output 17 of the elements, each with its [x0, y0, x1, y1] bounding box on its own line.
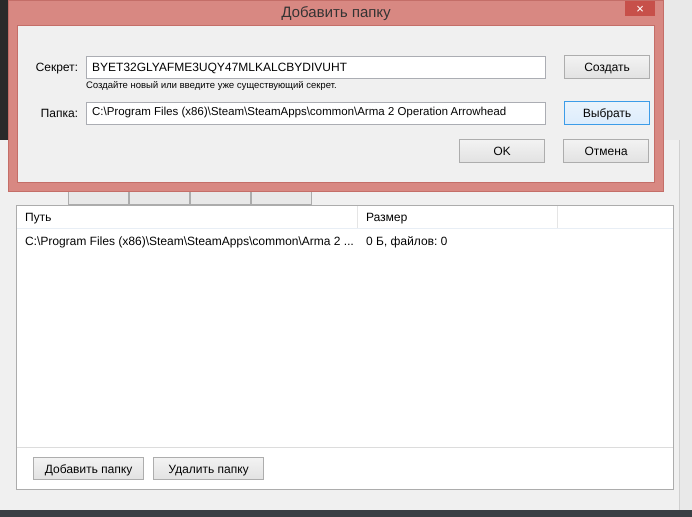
- folder-label: Папка:: [40, 105, 79, 122]
- folder-field[interactable]: C:\Program Files (x86)\Steam\SteamApps\common\Arma 2 Operation Arrowhead: [86, 102, 546, 124]
- close-button[interactable]: ×: [625, 1, 655, 16]
- folder-button[interactable]: Удалить папку: [153, 457, 264, 480]
- secret-field[interactable]: BYET32GLYAFME3UQY47MLKALCBYDIVUHT: [86, 56, 546, 78]
- dialog-button[interactable]: Отмена: [563, 139, 649, 163]
- table-cell-text: 0 Б, файлов: 0: [365, 233, 448, 250]
- column-header[interactable]: Размер: [358, 206, 558, 228]
- column-header[interactable]: Путь: [17, 206, 358, 228]
- table-cell-text: C:\Program Files (x86)\Steam\SteamApps\common\Arma 2 ...: [24, 233, 355, 250]
- secret-label: Секрет:: [34, 59, 79, 76]
- dialog-button[interactable]: OK: [459, 139, 545, 163]
- browse-button[interactable]: Выбрать: [564, 101, 650, 125]
- create-button[interactable]: Создать: [564, 55, 650, 79]
- dialog-title: Добавить папку: [281, 2, 391, 23]
- secret-hint: Создайте новый или введите уже существующий секрет.: [86, 80, 337, 91]
- folder-button[interactable]: Добавить папку: [33, 457, 144, 480]
